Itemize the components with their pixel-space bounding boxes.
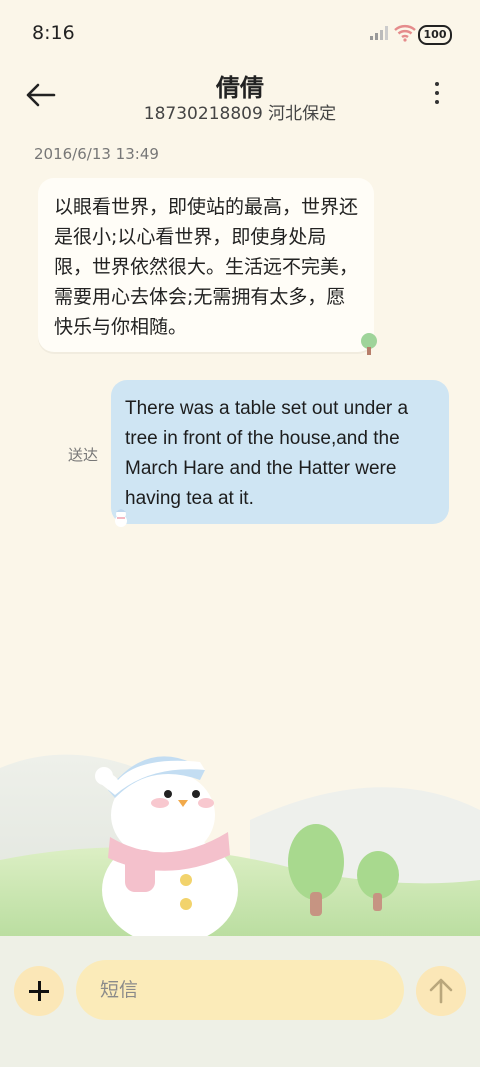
- arrow-up-icon[interactable]: [416, 966, 466, 1016]
- outgoing-message-bubble[interactable]: There was a table set out under a tree i…: [111, 380, 449, 524]
- message-composer: 短信: [0, 936, 480, 1067]
- signal-icon: [370, 26, 388, 40]
- snowman-wallpaper-illustration: [0, 754, 480, 940]
- message-timestamp: 2016/6/13 13:49: [34, 145, 159, 163]
- status-bar: 8:16 100: [0, 0, 480, 66]
- incoming-message-bubble[interactable]: 以眼看世界，即使站的最高，世界还是很小;以心看世界，即使身处局限，世界依然很大。…: [38, 178, 374, 352]
- more-vertical-icon[interactable]: [434, 82, 440, 108]
- message-input[interactable]: 短信: [76, 960, 404, 1020]
- contact-number-location: 18730218809 河北保定: [143, 104, 337, 124]
- delivery-status: 送达: [68, 446, 99, 464]
- contact-name: 倩倩: [216, 74, 264, 102]
- plus-icon[interactable]: [14, 966, 64, 1016]
- battery-icon: 100: [418, 25, 452, 45]
- tree-sticker-icon: [361, 333, 377, 355]
- snowman-sticker-icon: [115, 509, 127, 527]
- conversation-header: 倩倩 18730218809 河北保定: [0, 66, 480, 136]
- status-time: 8:16: [32, 22, 75, 44]
- wifi-icon: [394, 25, 416, 42]
